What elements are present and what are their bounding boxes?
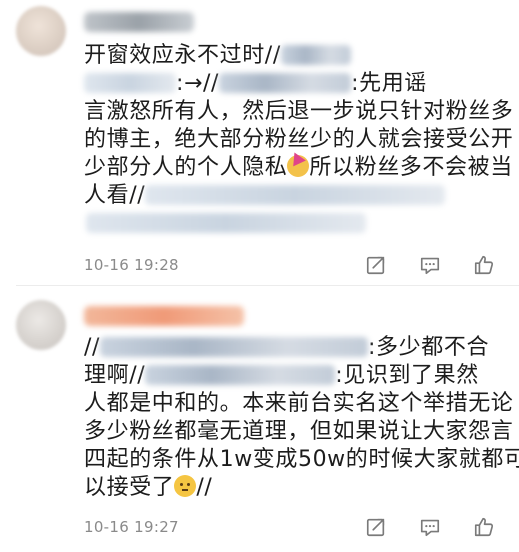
text-segment: 所以粉丝多不会被当: [309, 155, 513, 180]
share-icon: [366, 518, 385, 537]
blurred-username: [100, 337, 369, 357]
comment-icon: [420, 519, 440, 537]
comment-text: 开窗效应永不过时// :→//:先用谣 言激怒所有人，然后退一步说只针对粉丝多 …: [84, 42, 514, 238]
share-button[interactable]: [363, 514, 389, 540]
comment-timestamp: 10-16 19:27: [84, 518, 179, 536]
text-line: 人都是中和的。本来前台实名这个举措无论: [84, 391, 514, 416]
blurred-username: [145, 365, 336, 385]
blurred-username: [219, 73, 352, 93]
thinking-face-emoji-icon: [174, 475, 197, 497]
avatar[interactable]: [16, 6, 66, 56]
text-line: 人看//: [84, 182, 510, 210]
text-line: [84, 210, 510, 238]
text-segment: :→//: [176, 71, 220, 96]
like-icon: [474, 517, 494, 537]
username[interactable]: [84, 306, 244, 326]
share-icon: [366, 256, 385, 275]
text-segment: 开窗效应永不过时//: [84, 43, 281, 68]
text-segment: //: [196, 475, 213, 500]
text-segment: //: [84, 335, 101, 360]
text-segment: :见识到了果然: [335, 363, 479, 388]
reply-button[interactable]: [417, 514, 443, 540]
text-segment: 人看//: [84, 183, 146, 208]
text-line: 言激怒所有人，然后退一步说只针对粉丝多: [84, 99, 514, 124]
blurred-text: [86, 213, 366, 233]
comment-item: 开窗效应永不过时// :→//:先用谣 言激怒所有人，然后退一步说只针对粉丝多 …: [0, 0, 519, 282]
comment-actions: [363, 252, 497, 278]
like-icon: [474, 255, 494, 275]
blurred-username: [280, 45, 351, 65]
text-line: 多少粉丝都毫无道理，但如果说让大家怨言: [84, 419, 514, 444]
share-button[interactable]: [363, 252, 389, 278]
text-line: 四起的条件从1w变成50w的时候大家就都可: [84, 447, 519, 472]
comment-icon: [420, 257, 440, 275]
comment-text: // :多少都不合 理啊// :见识到了果然 人都是中和的。本来前台实名这个举措无论…: [84, 334, 519, 502]
party-popper-emoji-icon: [287, 155, 310, 177]
text-line: // :多少都不合: [84, 334, 510, 362]
blurred-username: [84, 73, 176, 93]
avatar[interactable]: [16, 300, 66, 350]
comment-actions: [363, 514, 497, 540]
like-button[interactable]: [471, 252, 497, 278]
text-segment: 以接受了: [84, 475, 175, 500]
blurred-username: [145, 185, 446, 205]
text-line: 少部分人的个人隐私 所以粉丝多不会被当: [84, 154, 513, 182]
comment-item: // :多少都不合 理啊// :见识到了果然 人都是中和的。本来前台实名这个举措无论…: [0, 290, 519, 552]
text-line: :→// :先用谣: [84, 70, 510, 98]
text-line: 开窗效应永不过时//: [84, 42, 510, 70]
like-button[interactable]: [471, 514, 497, 540]
text-segment: 少部分人的个人隐私: [84, 155, 288, 180]
divider: [16, 285, 519, 286]
text-line: 以接受了 //: [84, 474, 510, 502]
comment-timestamp: 10-16 19:28: [84, 256, 179, 274]
text-segment: :先用谣: [351, 71, 427, 96]
username[interactable]: [84, 12, 194, 32]
text-line: 理啊// :见识到了果然: [84, 362, 510, 390]
text-line: 的博主，绝大部分粉丝少的人就会接受公开: [84, 127, 514, 152]
text-segment: 理啊//: [84, 363, 146, 388]
reply-button[interactable]: [417, 252, 443, 278]
text-segment: :多少都不合: [368, 335, 490, 360]
